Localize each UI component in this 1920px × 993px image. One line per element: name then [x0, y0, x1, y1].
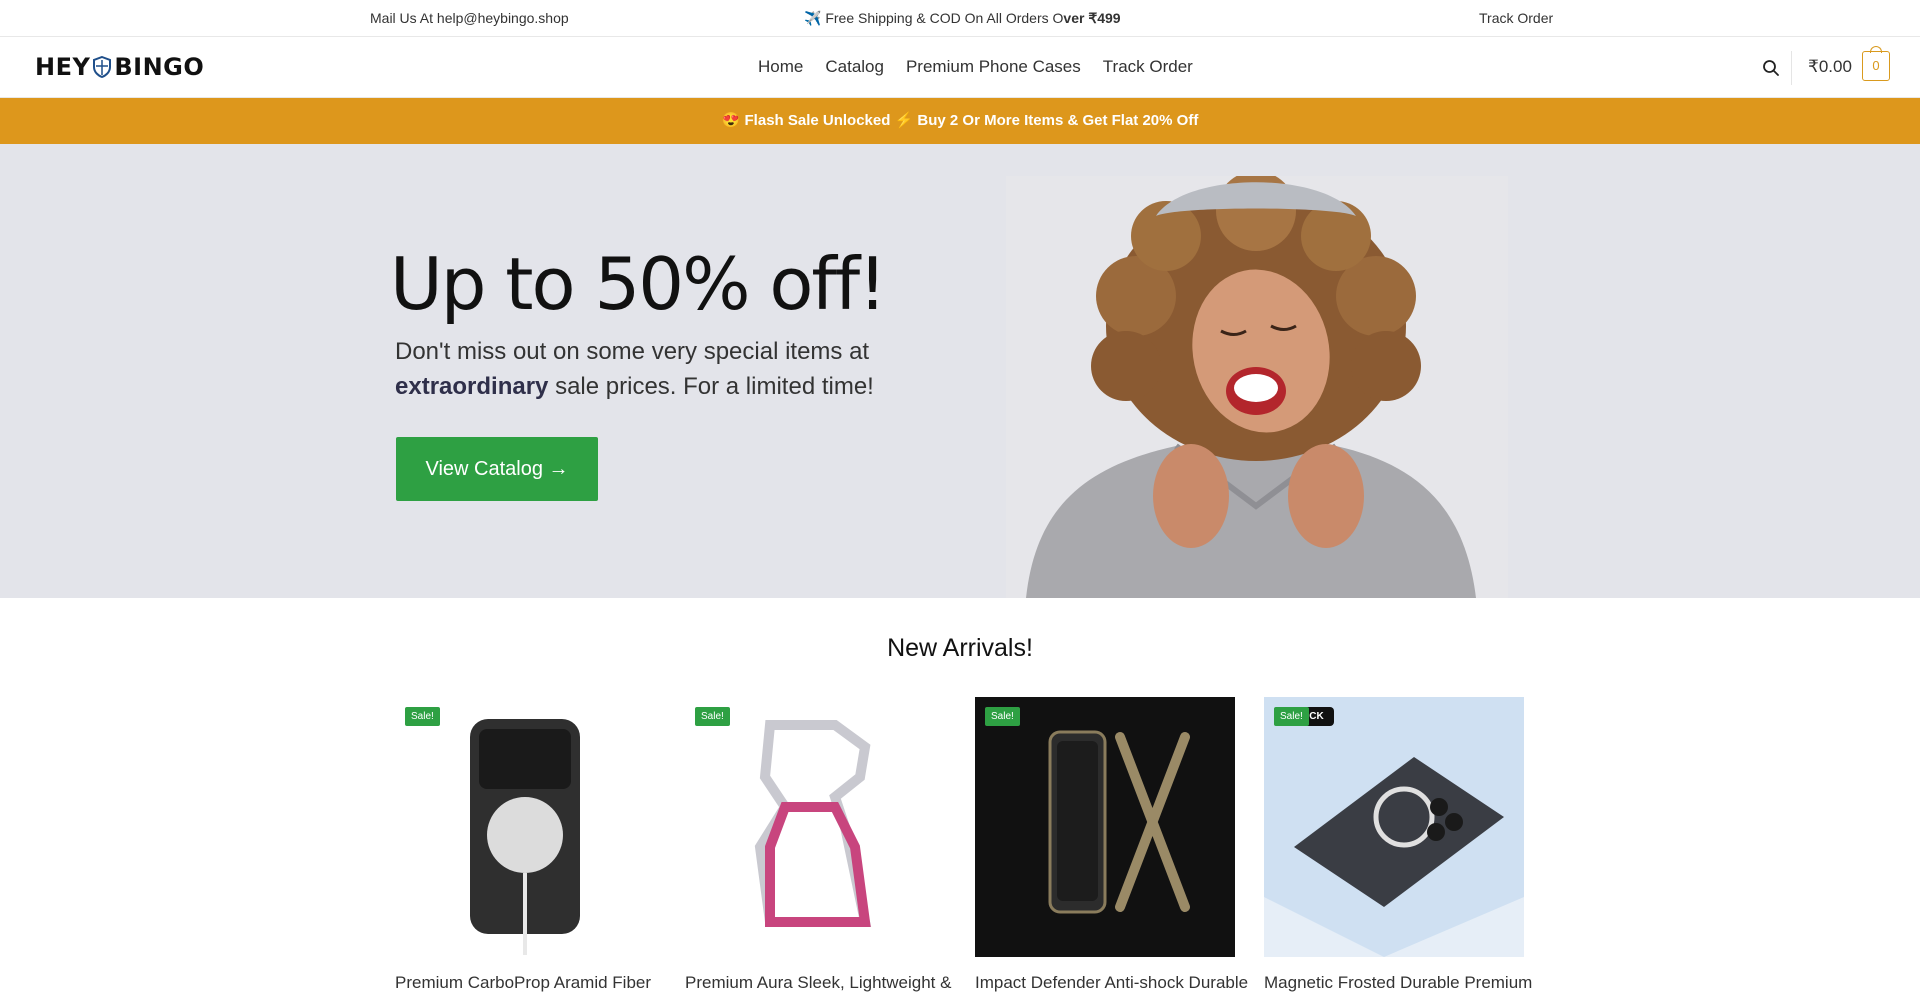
product-card[interactable]: Sale! Premium Aura Sleek, Lightweight &: [685, 697, 951, 993]
product-name[interactable]: Magnetic Frosted Durable Premium: [1264, 973, 1532, 993]
hero-subtext-end: sale prices. For a limited time!: [548, 373, 874, 400]
logo-text-left: HEY: [35, 53, 91, 81]
cart-bag-icon[interactable]: 0: [1862, 46, 1890, 81]
product-name[interactable]: Premium Aura Sleek, Lightweight &: [685, 973, 951, 993]
top-track-order-link[interactable]: Track Order: [1479, 10, 1553, 26]
sale-badge: Sale!: [405, 707, 440, 726]
bumper-frame-image: [685, 697, 945, 957]
hero-subtext-bold: extraordinary: [395, 373, 549, 400]
site-header: HEY BINGO Home Catalog Premium Phone Cas…: [0, 37, 1920, 98]
hero-subtext-start: Don't miss out on some very special item…: [395, 338, 870, 365]
shipping-notice: ✈️ Free Shipping & COD On All Orders Ove…: [804, 10, 1121, 27]
shipping-notice-text: ✈️ Free Shipping & COD On All Orders O: [804, 10, 1064, 26]
nav-home[interactable]: Home: [758, 57, 803, 77]
product-card[interactable]: ACK Sale! Magnetic Frosted Durable Premi…: [1264, 697, 1532, 993]
hero-model-image: [1006, 176, 1508, 598]
main-nav: Home Catalog Premium Phone Cases Track O…: [758, 57, 1193, 77]
magnetic-case-image: [1264, 697, 1524, 957]
cart-total[interactable]: ₹0.00: [1808, 57, 1852, 77]
product-image[interactable]: Sale!: [395, 697, 655, 957]
view-catalog-button[interactable]: View Catalog →: [396, 437, 598, 501]
product-card[interactable]: Sale! Impact Defender Anti-shock Durable: [975, 697, 1248, 993]
product-name[interactable]: Premium CarboProp Aramid Fiber: [395, 973, 655, 993]
hero-banner: Up to 50% off! Don't miss out on some ve…: [0, 144, 1920, 598]
shipping-threshold: ver ₹499: [1063, 10, 1121, 26]
flash-sale-banner: 😍 Flash Sale Unlocked ⚡ Buy 2 Or More It…: [0, 98, 1920, 144]
carbon-case-image: [395, 697, 655, 957]
product-name[interactable]: Impact Defender Anti-shock Durable: [975, 973, 1248, 993]
logo-text-right: BINGO: [114, 53, 205, 81]
nav-premium-phone-cases[interactable]: Premium Phone Cases: [906, 57, 1081, 77]
product-image[interactable]: Sale!: [975, 697, 1235, 957]
header-divider: [1791, 51, 1792, 85]
product-card[interactable]: Sale! Premium CarboProp Aramid Fiber: [395, 697, 655, 993]
product-image[interactable]: ACK Sale!: [1264, 697, 1524, 957]
search-icon[interactable]: [1762, 59, 1780, 77]
shield-logo-icon: [93, 56, 112, 78]
new-arrivals-title: New Arrivals!: [887, 634, 1033, 662]
sale-badge: Sale!: [985, 707, 1020, 726]
sale-badge: Sale!: [695, 707, 730, 726]
nav-catalog[interactable]: Catalog: [825, 57, 884, 77]
support-email[interactable]: Mail Us At help@heybingo.shop: [370, 10, 569, 26]
site-logo[interactable]: HEY BINGO: [35, 53, 204, 81]
hero-subtext: Don't miss out on some very special item…: [395, 334, 995, 404]
hero-headline: Up to 50% off!: [390, 242, 887, 326]
sale-badge: Sale!: [1274, 707, 1309, 726]
product-image[interactable]: Sale!: [685, 697, 945, 957]
nav-track-order[interactable]: Track Order: [1103, 57, 1193, 77]
top-announcement-bar: Mail Us At help@heybingo.shop ✈️ Free Sh…: [0, 0, 1920, 37]
defender-frame-image: [975, 697, 1235, 957]
